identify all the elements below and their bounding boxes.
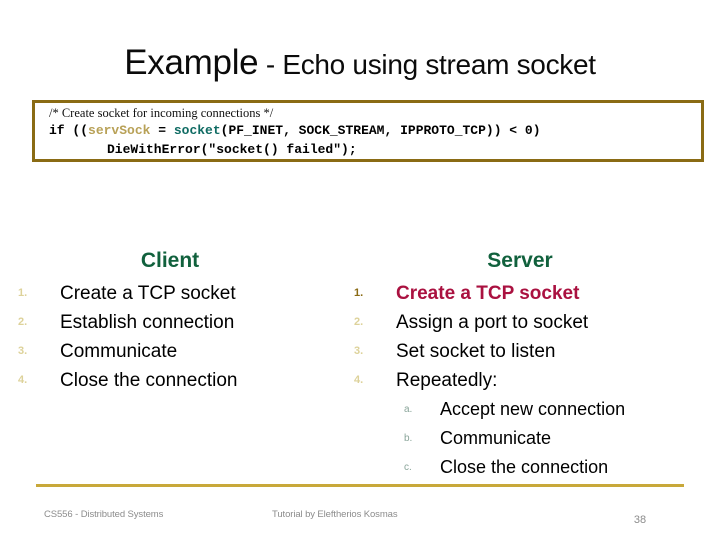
list-item-label: Establish connection [60, 312, 235, 334]
page-title-main: Example [124, 43, 259, 82]
list-item: 3. Communicate [14, 337, 344, 366]
list-item-label: Create a TCP socket [396, 283, 580, 305]
sub-list-item-label: Communicate [440, 428, 552, 449]
list-item-label: Assign a port to socket [396, 312, 589, 334]
server-substep-list: a. Accept new connection b. Communicate c.… [400, 395, 720, 482]
list-marker: 3. [18, 345, 28, 358]
list-item-label: Close the connection [60, 370, 238, 392]
list-item: 4. Close the connection [14, 366, 344, 395]
code-token-variable: servSock [88, 123, 151, 138]
list-item: 2. Establish connection [14, 308, 344, 337]
list-marker: 1. [18, 287, 28, 300]
list-item: 4. Repeatedly: [350, 366, 720, 395]
code-token-args: (PF_INET, SOCK_STREAM, IPPROTO_TCP)) < 0… [220, 123, 541, 138]
code-line-if: if ((servSock = socket(PF_INET, SOCK_STR… [49, 121, 701, 140]
page-title: Example - Echo using stream socket [0, 44, 720, 82]
sub-list-marker: b. [404, 433, 413, 445]
list-item: 3. Set socket to listen [350, 337, 720, 366]
sub-list-marker: c. [404, 462, 412, 474]
list-item-label: Set socket to listen [396, 341, 556, 363]
code-token-assign: = [150, 123, 174, 138]
page-title-rest: Echo using stream socket [282, 49, 596, 80]
sub-list-item-label: Accept new connection [440, 399, 626, 420]
code-comment-line: /* Create socket for incoming connection… [49, 106, 274, 120]
list-marker: 2. [18, 316, 28, 329]
client-column-heading: Client [140, 249, 200, 272]
server-column-heading: Server [487, 249, 553, 272]
sub-list-marker: a. [404, 404, 413, 416]
sub-list-item: c. Close the connection [400, 453, 720, 482]
slide-number: 38 [633, 514, 647, 526]
code-token-function: socket [173, 123, 221, 138]
footer-divider [36, 484, 684, 487]
list-marker: 4. [354, 374, 364, 387]
list-marker: 2. [354, 316, 364, 329]
list-item-label: Create a TCP socket [60, 283, 236, 305]
footer-course-label: CS556 - Distributed Systems [44, 509, 164, 520]
list-item-label: Communicate [60, 341, 178, 363]
list-item-highlighted: 1. Create a TCP socket [350, 279, 720, 308]
footer-author-label: Tutorial by Eleftherios Kosmas [272, 509, 398, 520]
page-title-separator: - [258, 49, 283, 80]
list-item: 1. Create a TCP socket [14, 279, 344, 308]
code-block: /* Create socket for incoming connection… [32, 100, 704, 162]
list-item-label: Repeatedly: [396, 370, 498, 392]
sub-list-item-label: Close the connection [440, 457, 609, 478]
list-marker: 1. [354, 287, 364, 300]
client-step-list: 1. Create a TCP socket 2. Establish connec… [14, 279, 344, 395]
code-token-if: if (( [49, 123, 89, 138]
sub-list-item: b. Communicate [400, 424, 720, 453]
list-item: 2. Assign a port to socket [350, 308, 720, 337]
sub-list-item: a. Accept new connection [400, 395, 720, 424]
code-line-diewitherror: DieWithError("socket() failed"); [107, 142, 357, 157]
list-marker: 4. [18, 374, 28, 387]
list-marker: 3. [354, 345, 364, 358]
server-step-list: 1. Create a TCP socket 2. Assign a port to… [350, 279, 720, 395]
